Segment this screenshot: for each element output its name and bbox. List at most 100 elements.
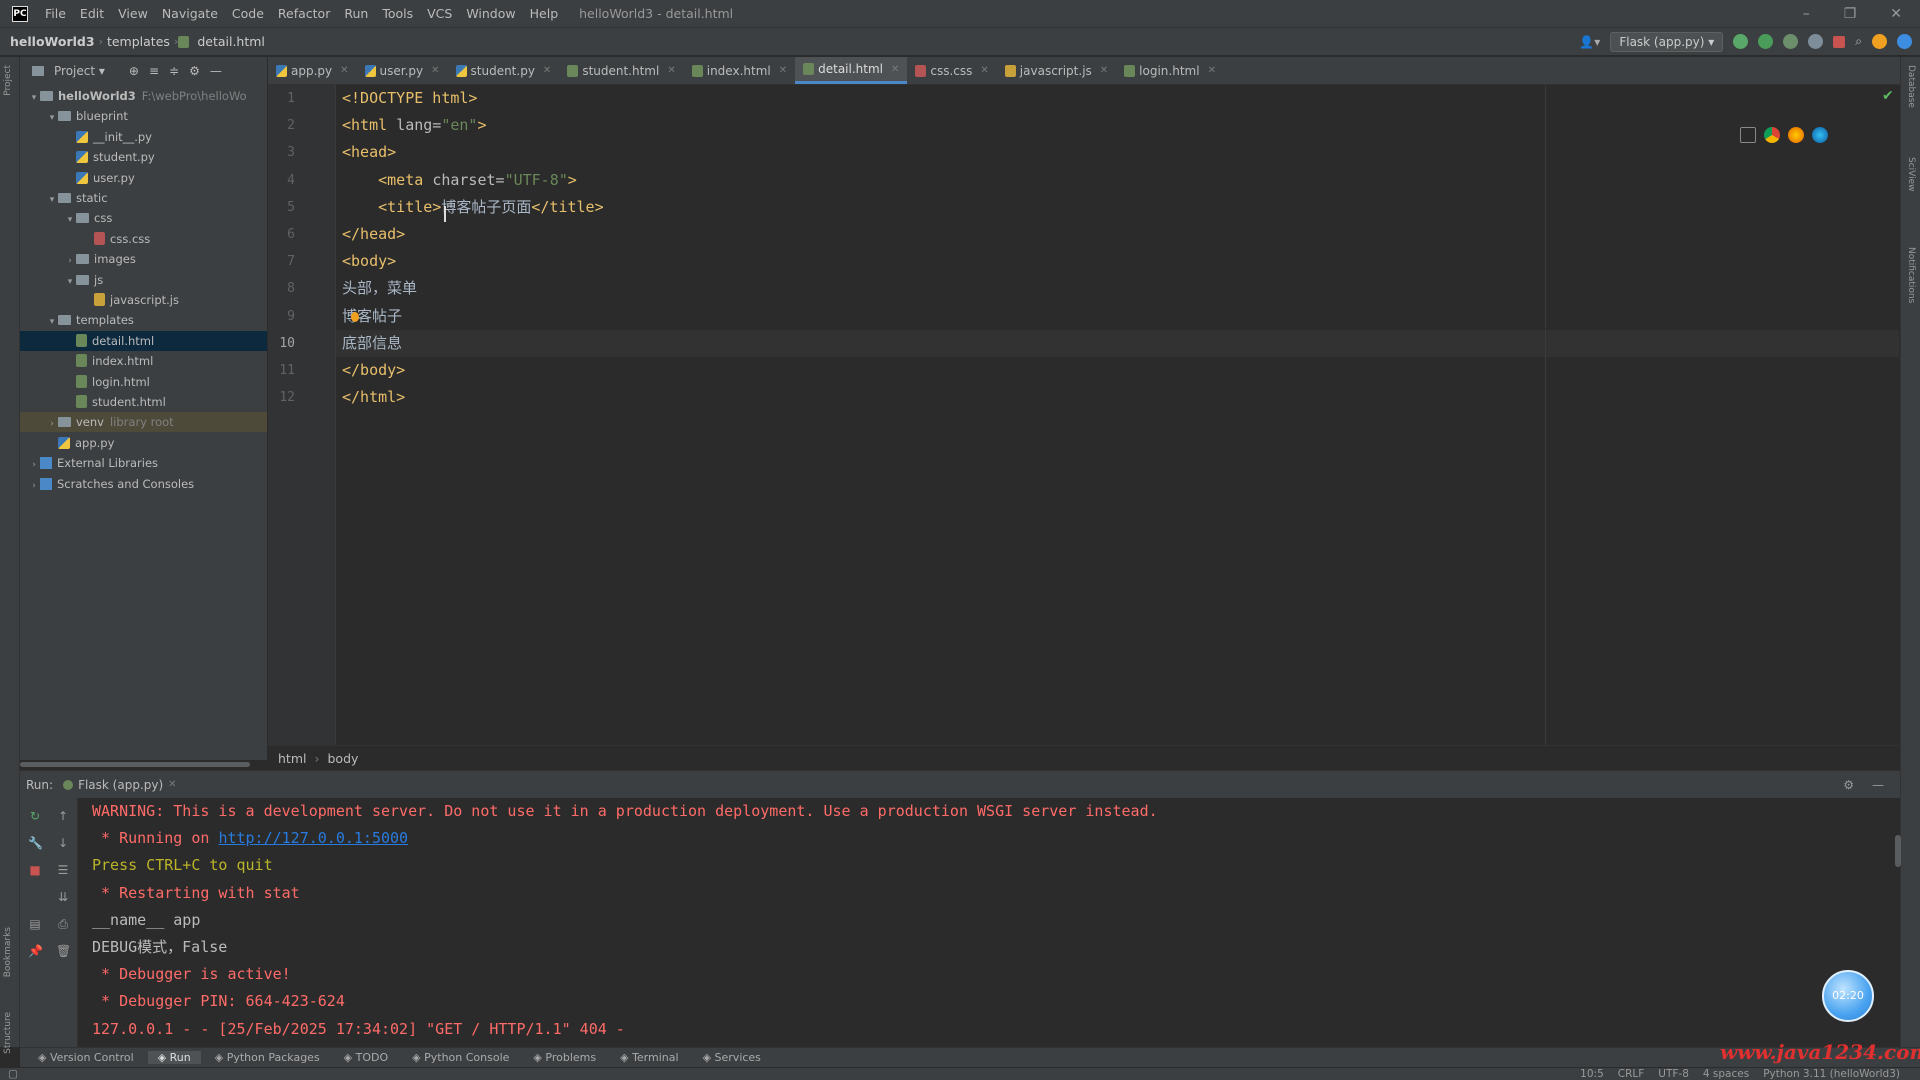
jetbrains-icon[interactable] <box>1897 34 1912 49</box>
tab-javascript-js[interactable]: javascript.js ✕ <box>997 57 1116 84</box>
nav-crumb-file[interactable]: detail.html <box>193 34 269 49</box>
soft-wrap-icon[interactable]: ☰ <box>56 864 70 876</box>
close-tab-icon[interactable]: ✕ <box>891 64 899 75</box>
close-tab-icon[interactable]: ✕ <box>168 779 176 790</box>
gear-icon[interactable]: ⚙ <box>1843 778 1854 792</box>
tree-item[interactable]: css.css <box>20 229 267 249</box>
tree-item[interactable]: student.py <box>20 147 267 167</box>
close-icon[interactable]: ✕ <box>1890 6 1902 22</box>
menu-item-navigate[interactable]: Navigate <box>155 6 225 21</box>
tree-item[interactable]: › venv library root <box>20 412 267 433</box>
tab-student-py[interactable]: student.py ✕ <box>448 57 560 84</box>
close-tab-icon[interactable]: ✕ <box>1208 65 1216 76</box>
tab-user-py[interactable]: user.py ✕ <box>357 57 448 84</box>
chevron-down-icon[interactable]: ▾ <box>46 108 58 128</box>
tree-item[interactable]: ▾ helloWorld3 F:\webPro\helloWo <box>20 86 267 106</box>
tree-item[interactable]: index.html <box>20 351 267 371</box>
tree-item[interactable]: detail.html <box>20 330 267 351</box>
menu-item-vcs[interactable]: VCS <box>420 6 459 21</box>
user-icon[interactable]: 👤▾ <box>1579 35 1600 49</box>
menu-item-tools[interactable]: Tools <box>375 6 420 21</box>
menu-item-help[interactable]: Help <box>523 6 566 21</box>
scroll-to-end-icon[interactable]: ⇊ <box>56 891 70 903</box>
chevron-down-icon[interactable]: ▾ <box>28 88 40 108</box>
nav-crumb-folder[interactable]: templates <box>103 34 174 49</box>
database-tool-tab[interactable]: Database <box>1906 65 1916 108</box>
sciview-tool-tab[interactable]: SciView <box>1906 157 1916 192</box>
status-item[interactable]: 4 spaces <box>1703 1068 1749 1080</box>
pin-icon[interactable]: 📌 <box>28 945 43 957</box>
bookmarks-tool-tab[interactable]: Bookmarks <box>3 927 13 977</box>
close-tab-icon[interactable]: ✕ <box>1100 65 1108 76</box>
floating-timer-badge[interactable]: 02:20 <box>1822 970 1874 1022</box>
pycharm-preview-icon[interactable] <box>1740 127 1756 143</box>
rerun-icon[interactable] <box>1733 34 1749 49</box>
print-icon[interactable]: ⎙ <box>56 918 70 930</box>
nav-crumb-project[interactable]: helloWorld3 <box>0 34 99 49</box>
edge-icon[interactable] <box>1812 127 1828 143</box>
collapse-all-icon[interactable]: ≡ <box>149 64 159 78</box>
chevron-down-icon[interactable]: ▾ <box>64 272 76 292</box>
tool-window-run[interactable]: ◈ Run <box>147 1051 201 1064</box>
hide-panel-icon[interactable]: — <box>1872 778 1884 792</box>
tab-index-html[interactable]: index.html ✕ <box>684 57 795 84</box>
chevron-down-icon[interactable]: ▾ <box>46 312 58 332</box>
tool-window-python-packages[interactable]: ◈ Python Packages <box>205 1051 330 1064</box>
chevron-right-icon[interactable]: › <box>64 251 76 271</box>
breadcrumb-body[interactable]: body <box>327 751 358 766</box>
debug-icon[interactable] <box>1758 34 1774 49</box>
project-tool-tab[interactable]: Project <box>3 65 13 96</box>
tool-window-terminal[interactable]: ◈ Terminal <box>610 1051 688 1064</box>
close-tab-icon[interactable]: ✕ <box>340 65 348 76</box>
tool-window-version-control[interactable]: ◈ Version Control <box>28 1051 144 1064</box>
stop-icon[interactable]: ■ <box>28 864 42 876</box>
tab-student-html[interactable]: student.html ✕ <box>559 57 683 84</box>
menu-item-run[interactable]: Run <box>337 6 375 21</box>
firefox-icon[interactable] <box>1788 127 1804 143</box>
profile-icon[interactable] <box>1808 34 1824 49</box>
chevron-right-icon[interactable]: › <box>28 476 40 496</box>
chrome-icon[interactable] <box>1764 127 1780 143</box>
update-icon[interactable] <box>1872 34 1887 49</box>
stop-icon[interactable] <box>1833 35 1846 48</box>
tree-item[interactable]: ▾ js <box>20 270 267 290</box>
tree-item[interactable]: student.html <box>20 392 267 412</box>
tab-css-css[interactable]: css.css ✕ <box>907 57 996 84</box>
close-tab-icon[interactable]: ✕ <box>543 65 551 76</box>
close-tab-icon[interactable]: ✕ <box>779 65 787 76</box>
tree-item[interactable]: › External Libraries <box>20 453 267 473</box>
menu-item-file[interactable]: File <box>38 6 73 21</box>
tree-item[interactable]: › images <box>20 249 267 269</box>
layout-icon[interactable]: ▤ <box>28 918 42 930</box>
project-horizontal-scrollbar[interactable] <box>20 762 250 767</box>
close-tab-icon[interactable]: ✕ <box>980 65 988 76</box>
run-tab[interactable]: Flask (app.py) ✕ <box>63 778 177 792</box>
tree-item[interactable]: ▾ css <box>20 208 267 228</box>
tab-app-py[interactable]: app.py ✕ <box>268 57 357 84</box>
menu-item-window[interactable]: Window <box>459 6 522 21</box>
chevron-down-icon[interactable]: ▾ <box>64 210 76 230</box>
status-item[interactable]: CRLF <box>1618 1068 1645 1080</box>
tree-item[interactable]: app.py <box>20 433 267 453</box>
close-tab-icon[interactable]: ✕ <box>667 65 675 76</box>
tree-item[interactable]: __init__.py <box>20 127 267 147</box>
chevron-down-icon[interactable]: ▾ <box>46 190 58 210</box>
tree-item[interactable]: javascript.js <box>20 290 267 310</box>
tab-detail-html[interactable]: detail.html ✕ <box>795 57 908 84</box>
wrench-icon[interactable]: 🔧 <box>28 837 43 849</box>
maximize-icon[interactable]: ❐ <box>1844 6 1857 22</box>
menu-item-refactor[interactable]: Refactor <box>271 6 337 21</box>
breadcrumb-html[interactable]: html <box>278 751 306 766</box>
run-console-output[interactable]: WARNING: This is a development server. D… <box>80 798 1900 1048</box>
code-editor[interactable]: <!DOCTYPE html> <html lang="en"> <head> <m… <box>336 85 1900 745</box>
tree-item[interactable]: ▾ templates <box>20 310 267 330</box>
rerun-icon[interactable]: ↻ <box>28 810 42 822</box>
notifications-tool-tab[interactable]: Notifications <box>1906 247 1916 303</box>
no-problems-check-icon[interactable]: ✔ <box>1882 88 1894 104</box>
coverage-icon[interactable] <box>1783 34 1799 49</box>
tree-item[interactable]: ▾ static <box>20 188 267 208</box>
tree-item[interactable]: login.html <box>20 372 267 392</box>
tool-window-python-console[interactable]: ◈ Python Console <box>402 1051 519 1064</box>
tab-login-html[interactable]: login.html ✕ <box>1116 57 1224 84</box>
chevron-right-icon[interactable]: › <box>28 455 40 475</box>
